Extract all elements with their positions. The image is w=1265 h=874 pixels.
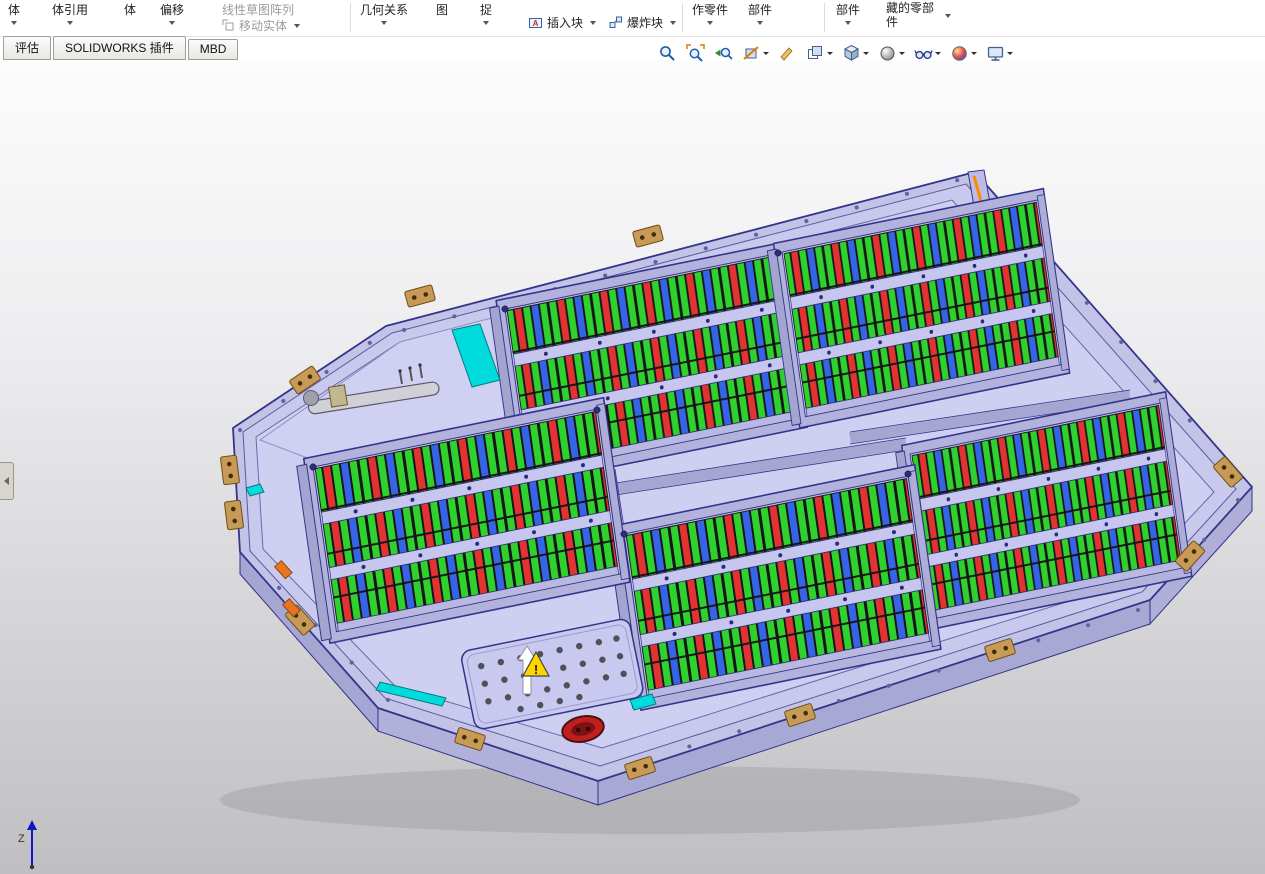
3d-model-canvas[interactable]: ! bbox=[0, 0, 1265, 874]
ribbon-separator bbox=[350, 3, 351, 32]
ribbon-item-linear-sketch-pattern[interactable]: 线性草图阵列 bbox=[222, 1, 294, 18]
view-selector-icon bbox=[808, 46, 822, 59]
left-panel-flyout-handle[interactable] bbox=[0, 462, 14, 500]
ribbon-item-assembly2[interactable]: 部件 bbox=[836, 1, 860, 25]
chevron-down-icon bbox=[707, 21, 713, 25]
chevron-down-icon bbox=[763, 52, 769, 55]
chevron-down-icon bbox=[757, 21, 763, 25]
ribbon-separator bbox=[682, 3, 683, 32]
ribbon-item-move-entities[interactable]: 移动实体 bbox=[222, 17, 301, 34]
chevron-down-icon bbox=[935, 52, 941, 55]
ribbon-label: 捉 bbox=[480, 3, 493, 17]
hide-show-items-button[interactable] bbox=[914, 44, 941, 63]
ribbon-label: 体 bbox=[8, 3, 21, 17]
command-ribbon: 体 体引用 体 偏移 线性草图阵列 移动实体 几何关系 图 捉 A 插入块 爆炸… bbox=[0, 0, 1265, 37]
chevron-down-icon bbox=[169, 21, 175, 25]
chevron-down-icon bbox=[899, 52, 905, 55]
heads-up-toolbar bbox=[658, 44, 1013, 63]
display-style-button[interactable] bbox=[878, 44, 905, 63]
chevron-down-icon bbox=[971, 52, 977, 55]
zoom-area-icon bbox=[686, 44, 705, 62]
explode-block-icon bbox=[609, 16, 622, 28]
ribbon-item-explode-block[interactable]: 爆炸块 bbox=[608, 14, 677, 31]
zoom-area-button[interactable] bbox=[686, 44, 705, 63]
ribbon-item-body[interactable]: 体 bbox=[8, 1, 20, 25]
insert-block-icon: A bbox=[529, 18, 542, 28]
ribbon-label: 体 bbox=[124, 3, 137, 17]
zoom-fit-button[interactable] bbox=[658, 44, 677, 63]
view-orientation-button[interactable] bbox=[842, 44, 869, 63]
hide-show-items-icon bbox=[914, 50, 933, 60]
chevron-down-icon bbox=[670, 20, 677, 25]
ribbon-item-relations[interactable]: 几何关系 bbox=[360, 1, 408, 25]
view-selector-button[interactable] bbox=[806, 44, 833, 63]
z-axis-arrow bbox=[27, 820, 37, 830]
tab-solidworks-addins[interactable]: SOLIDWORKS 插件 bbox=[53, 36, 186, 60]
orientation-triad: Z bbox=[18, 820, 37, 870]
chevron-down-icon bbox=[863, 52, 869, 55]
previous-view-icon bbox=[715, 47, 733, 60]
ribbon-label: 藏的零部件 bbox=[886, 1, 935, 29]
zoom-fit-icon bbox=[660, 46, 675, 61]
commandmanager-tabs: 评估 SOLIDWORKS 插件 MBD bbox=[0, 36, 240, 60]
ribbon-label: 移动实体 bbox=[239, 19, 288, 33]
svg-text:A: A bbox=[533, 19, 539, 28]
ribbon-item-body2[interactable]: 体 bbox=[124, 1, 136, 18]
chevron-down-icon bbox=[827, 52, 833, 55]
chevron-down-icon bbox=[11, 21, 17, 25]
edit-appearance-icon bbox=[952, 46, 967, 61]
ribbon-label: 几何关系 bbox=[360, 3, 409, 17]
ribbon-item-capture[interactable]: 捉 bbox=[480, 1, 492, 25]
chevron-down-icon bbox=[945, 13, 951, 18]
view-orientation-icon bbox=[843, 44, 860, 61]
ribbon-item-assembly[interactable]: 部件 bbox=[748, 1, 772, 25]
edit-appearance-button[interactable] bbox=[950, 44, 977, 63]
ribbon-separator bbox=[824, 3, 825, 32]
ribbon-label: 爆炸块 bbox=[627, 16, 664, 30]
view-settings-button[interactable] bbox=[986, 44, 1013, 63]
annotation-view-button[interactable] bbox=[778, 44, 797, 63]
chevron-down-icon bbox=[1007, 52, 1013, 55]
ribbon-label: 插入块 bbox=[547, 16, 584, 30]
annotation-view-icon bbox=[780, 47, 793, 61]
chevron-down-icon bbox=[845, 21, 851, 25]
chevron-down-icon bbox=[483, 21, 489, 25]
ribbon-label: 线性草图阵列 bbox=[222, 3, 295, 17]
ribbon-item-display[interactable]: 图 bbox=[436, 1, 448, 18]
ribbon-label: 偏移 bbox=[160, 3, 185, 17]
chevron-down-icon bbox=[294, 23, 301, 28]
view-settings-icon bbox=[987, 46, 1004, 61]
ribbon-item-make-part[interactable]: 作零件 bbox=[692, 1, 728, 25]
z-axis-label: Z bbox=[18, 833, 25, 845]
ribbon-label: 体引用 bbox=[52, 3, 89, 17]
section-view-icon bbox=[743, 46, 759, 60]
chevron-down-icon bbox=[590, 20, 597, 25]
previous-view-button[interactable] bbox=[714, 44, 733, 63]
tab-evaluate[interactable]: 评估 bbox=[3, 36, 52, 60]
chevron-down-icon bbox=[381, 21, 387, 25]
ribbon-item-offset[interactable]: 偏移 bbox=[160, 1, 184, 25]
ribbon-item-insert-block[interactable]: A 插入块 bbox=[528, 14, 597, 31]
tab-mbd[interactable]: MBD bbox=[187, 39, 239, 60]
display-style-icon bbox=[880, 46, 895, 61]
ribbon-item-body-reference[interactable]: 体引用 bbox=[52, 1, 88, 25]
move-entities-icon bbox=[222, 19, 234, 31]
battery-pack-model[interactable]: ! bbox=[219, 169, 1253, 834]
section-view-button[interactable] bbox=[742, 44, 769, 63]
app-header: 体 体引用 体 偏移 线性草图阵列 移动实体 几何关系 图 捉 A 插入块 爆炸… bbox=[0, 0, 1265, 60]
ribbon-label: 部件 bbox=[748, 3, 773, 17]
ribbon-label: 部件 bbox=[836, 3, 861, 17]
ribbon-label: 图 bbox=[436, 3, 449, 17]
ribbon-label: 作零件 bbox=[692, 3, 729, 17]
chevron-down-icon bbox=[67, 21, 73, 25]
ribbon-item-hidden-components[interactable]: 藏的零部件 bbox=[886, 1, 951, 30]
chevron-left-icon bbox=[4, 477, 9, 485]
svg-text:!: ! bbox=[534, 662, 538, 677]
